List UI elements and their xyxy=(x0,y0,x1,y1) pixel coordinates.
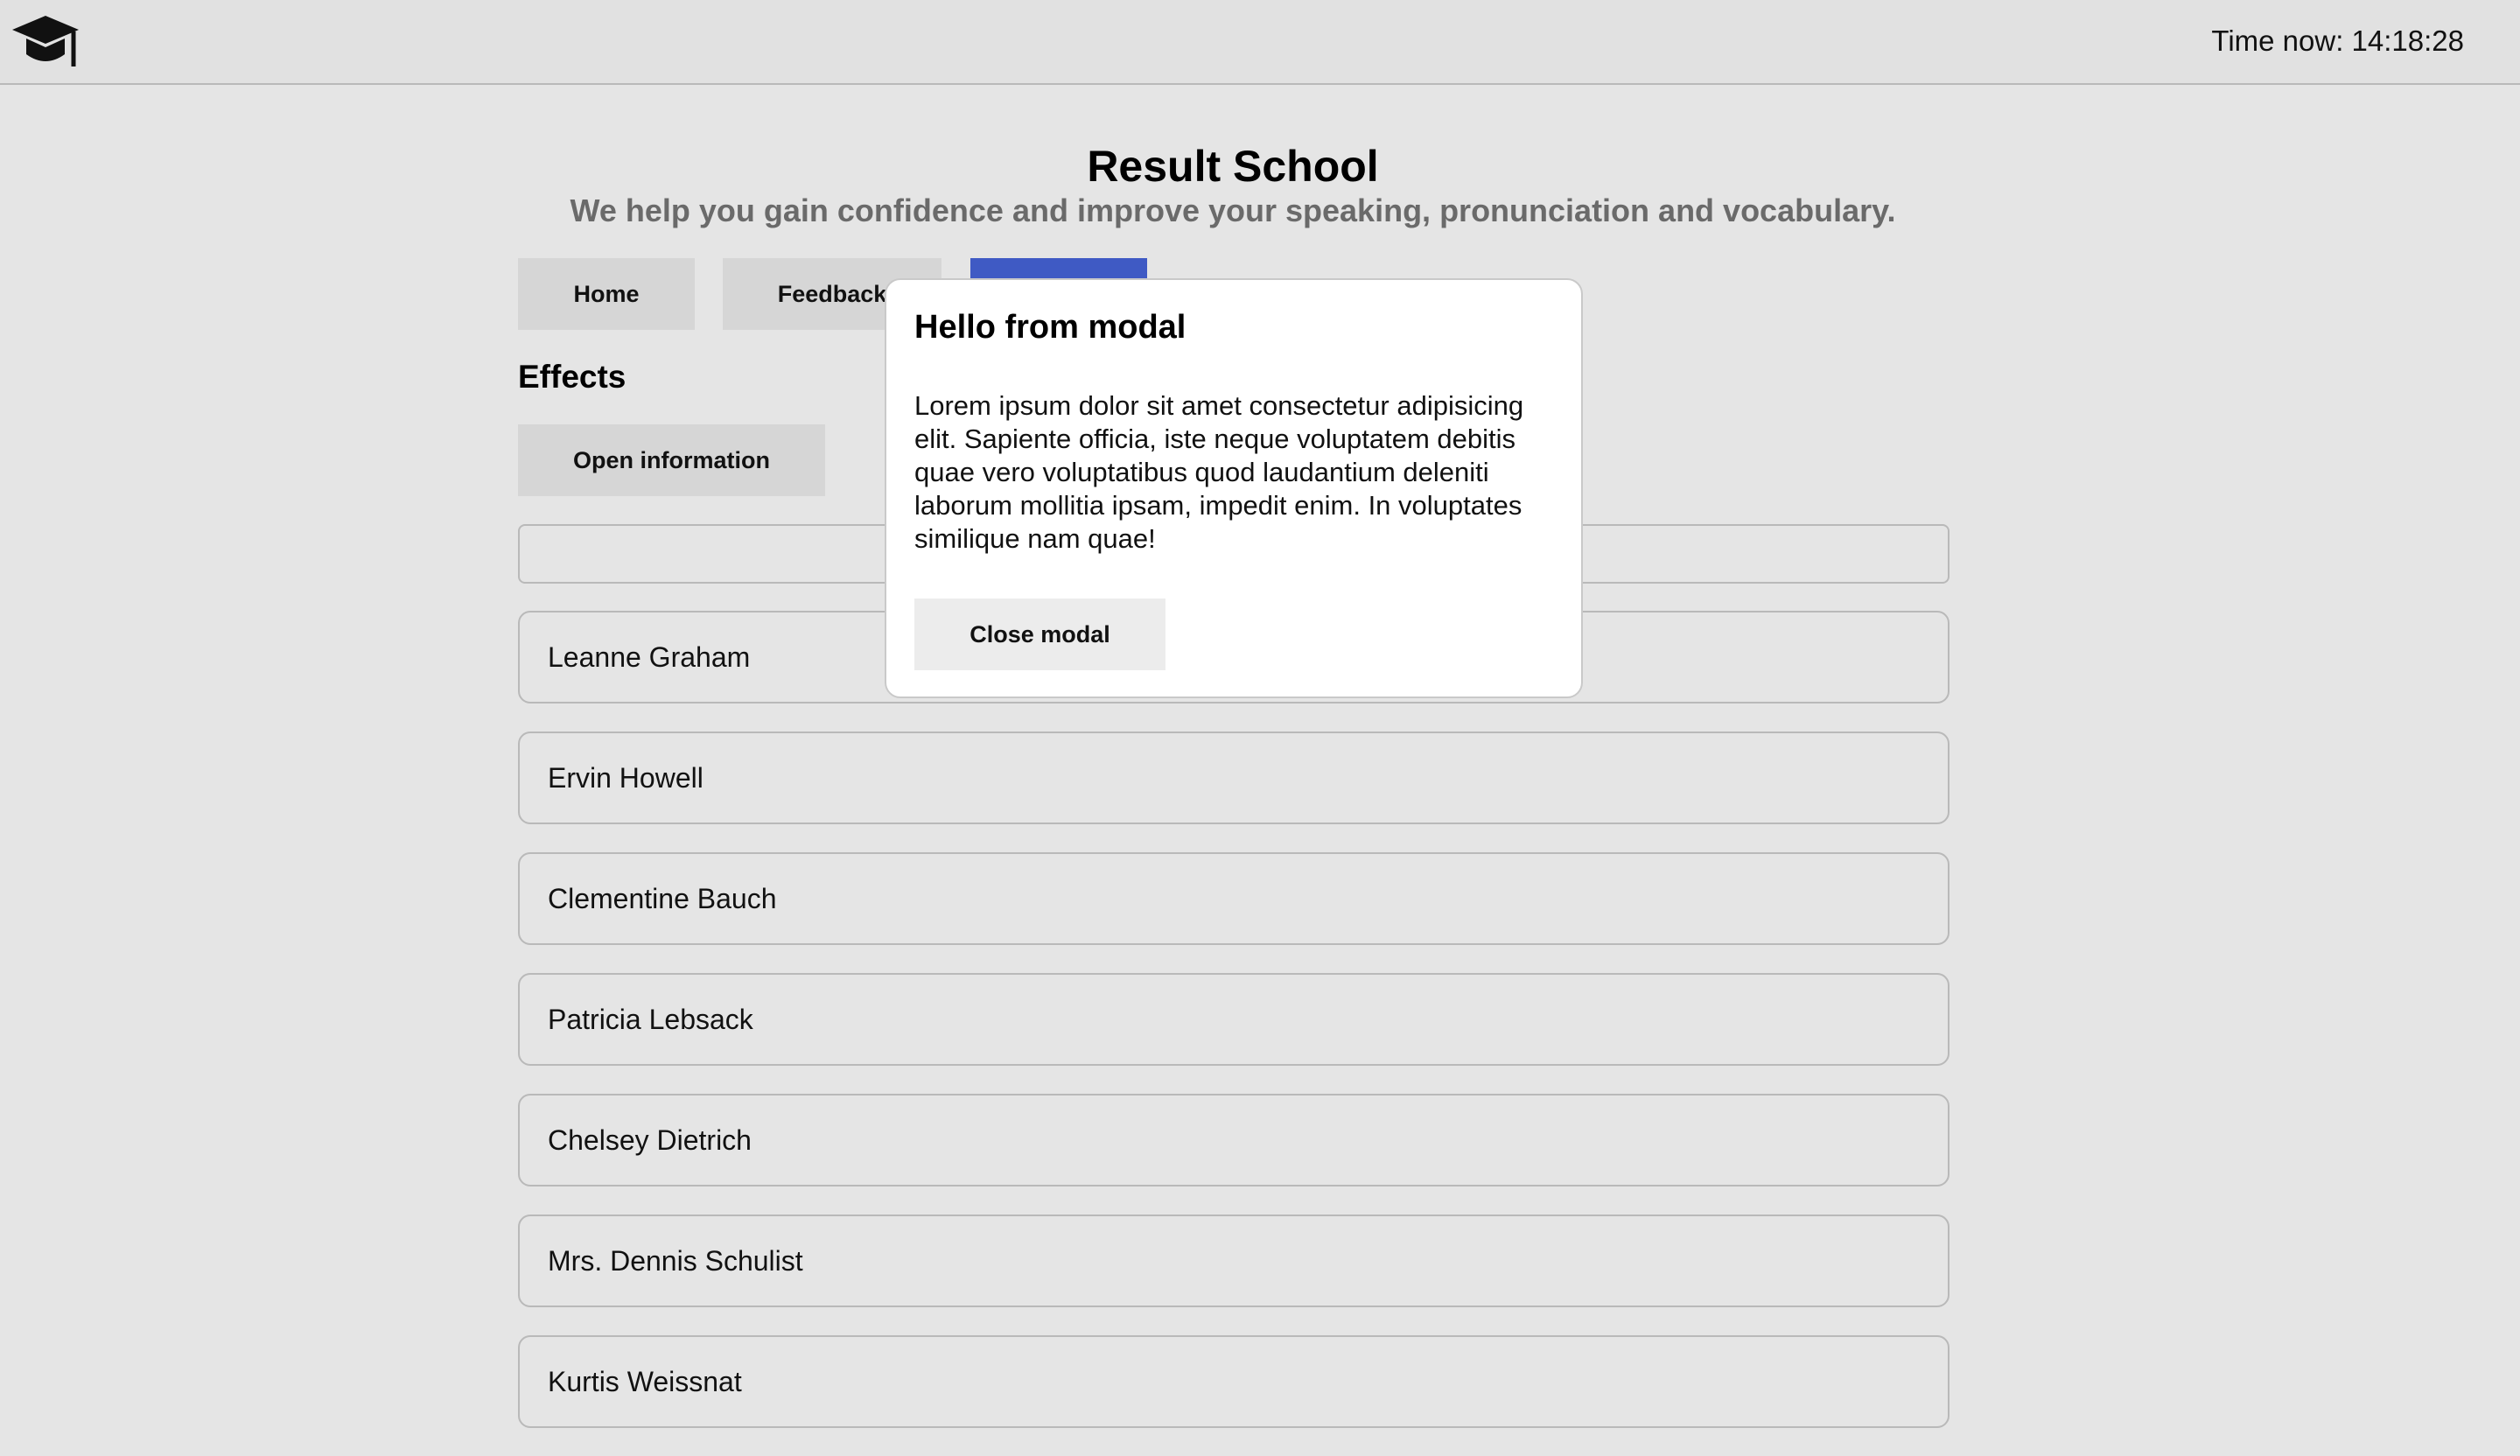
list-item[interactable]: Ervin Howell xyxy=(518,732,1950,824)
current-time: Time now: 14:18:28 xyxy=(2211,24,2464,57)
open-information-button[interactable]: Open information xyxy=(518,424,825,496)
list-item[interactable]: Patricia Lebsack xyxy=(518,973,1950,1066)
page-subtitle: We help you gain confidence and improve … xyxy=(570,192,1896,228)
nav-home-button[interactable]: Home xyxy=(518,258,695,330)
list-item[interactable]: Mrs. Dennis Schulist xyxy=(518,1214,1950,1307)
modal-title: Hello from modal xyxy=(914,309,1186,346)
section-title: Effects xyxy=(518,359,626,395)
graduation-cap-icon[interactable] xyxy=(10,12,80,72)
list-item[interactable]: Clementine Bauch xyxy=(518,852,1950,945)
page-title: Result School xyxy=(1087,142,1379,191)
modal-body-text: Lorem ipsum dolor sit amet consectetur a… xyxy=(914,390,1524,554)
user-list: Leanne Graham Ervin Howell Clementine Ba… xyxy=(518,611,1950,1456)
info-modal: Hello from modal Lorem ipsum dolor sit a… xyxy=(885,278,1583,698)
top-header: Time now: 14:18:28 xyxy=(0,0,2520,85)
list-item[interactable]: Chelsey Dietrich xyxy=(518,1094,1950,1186)
close-modal-button[interactable]: Close modal xyxy=(914,598,1166,670)
list-item[interactable]: Kurtis Weissnat xyxy=(518,1335,1950,1428)
